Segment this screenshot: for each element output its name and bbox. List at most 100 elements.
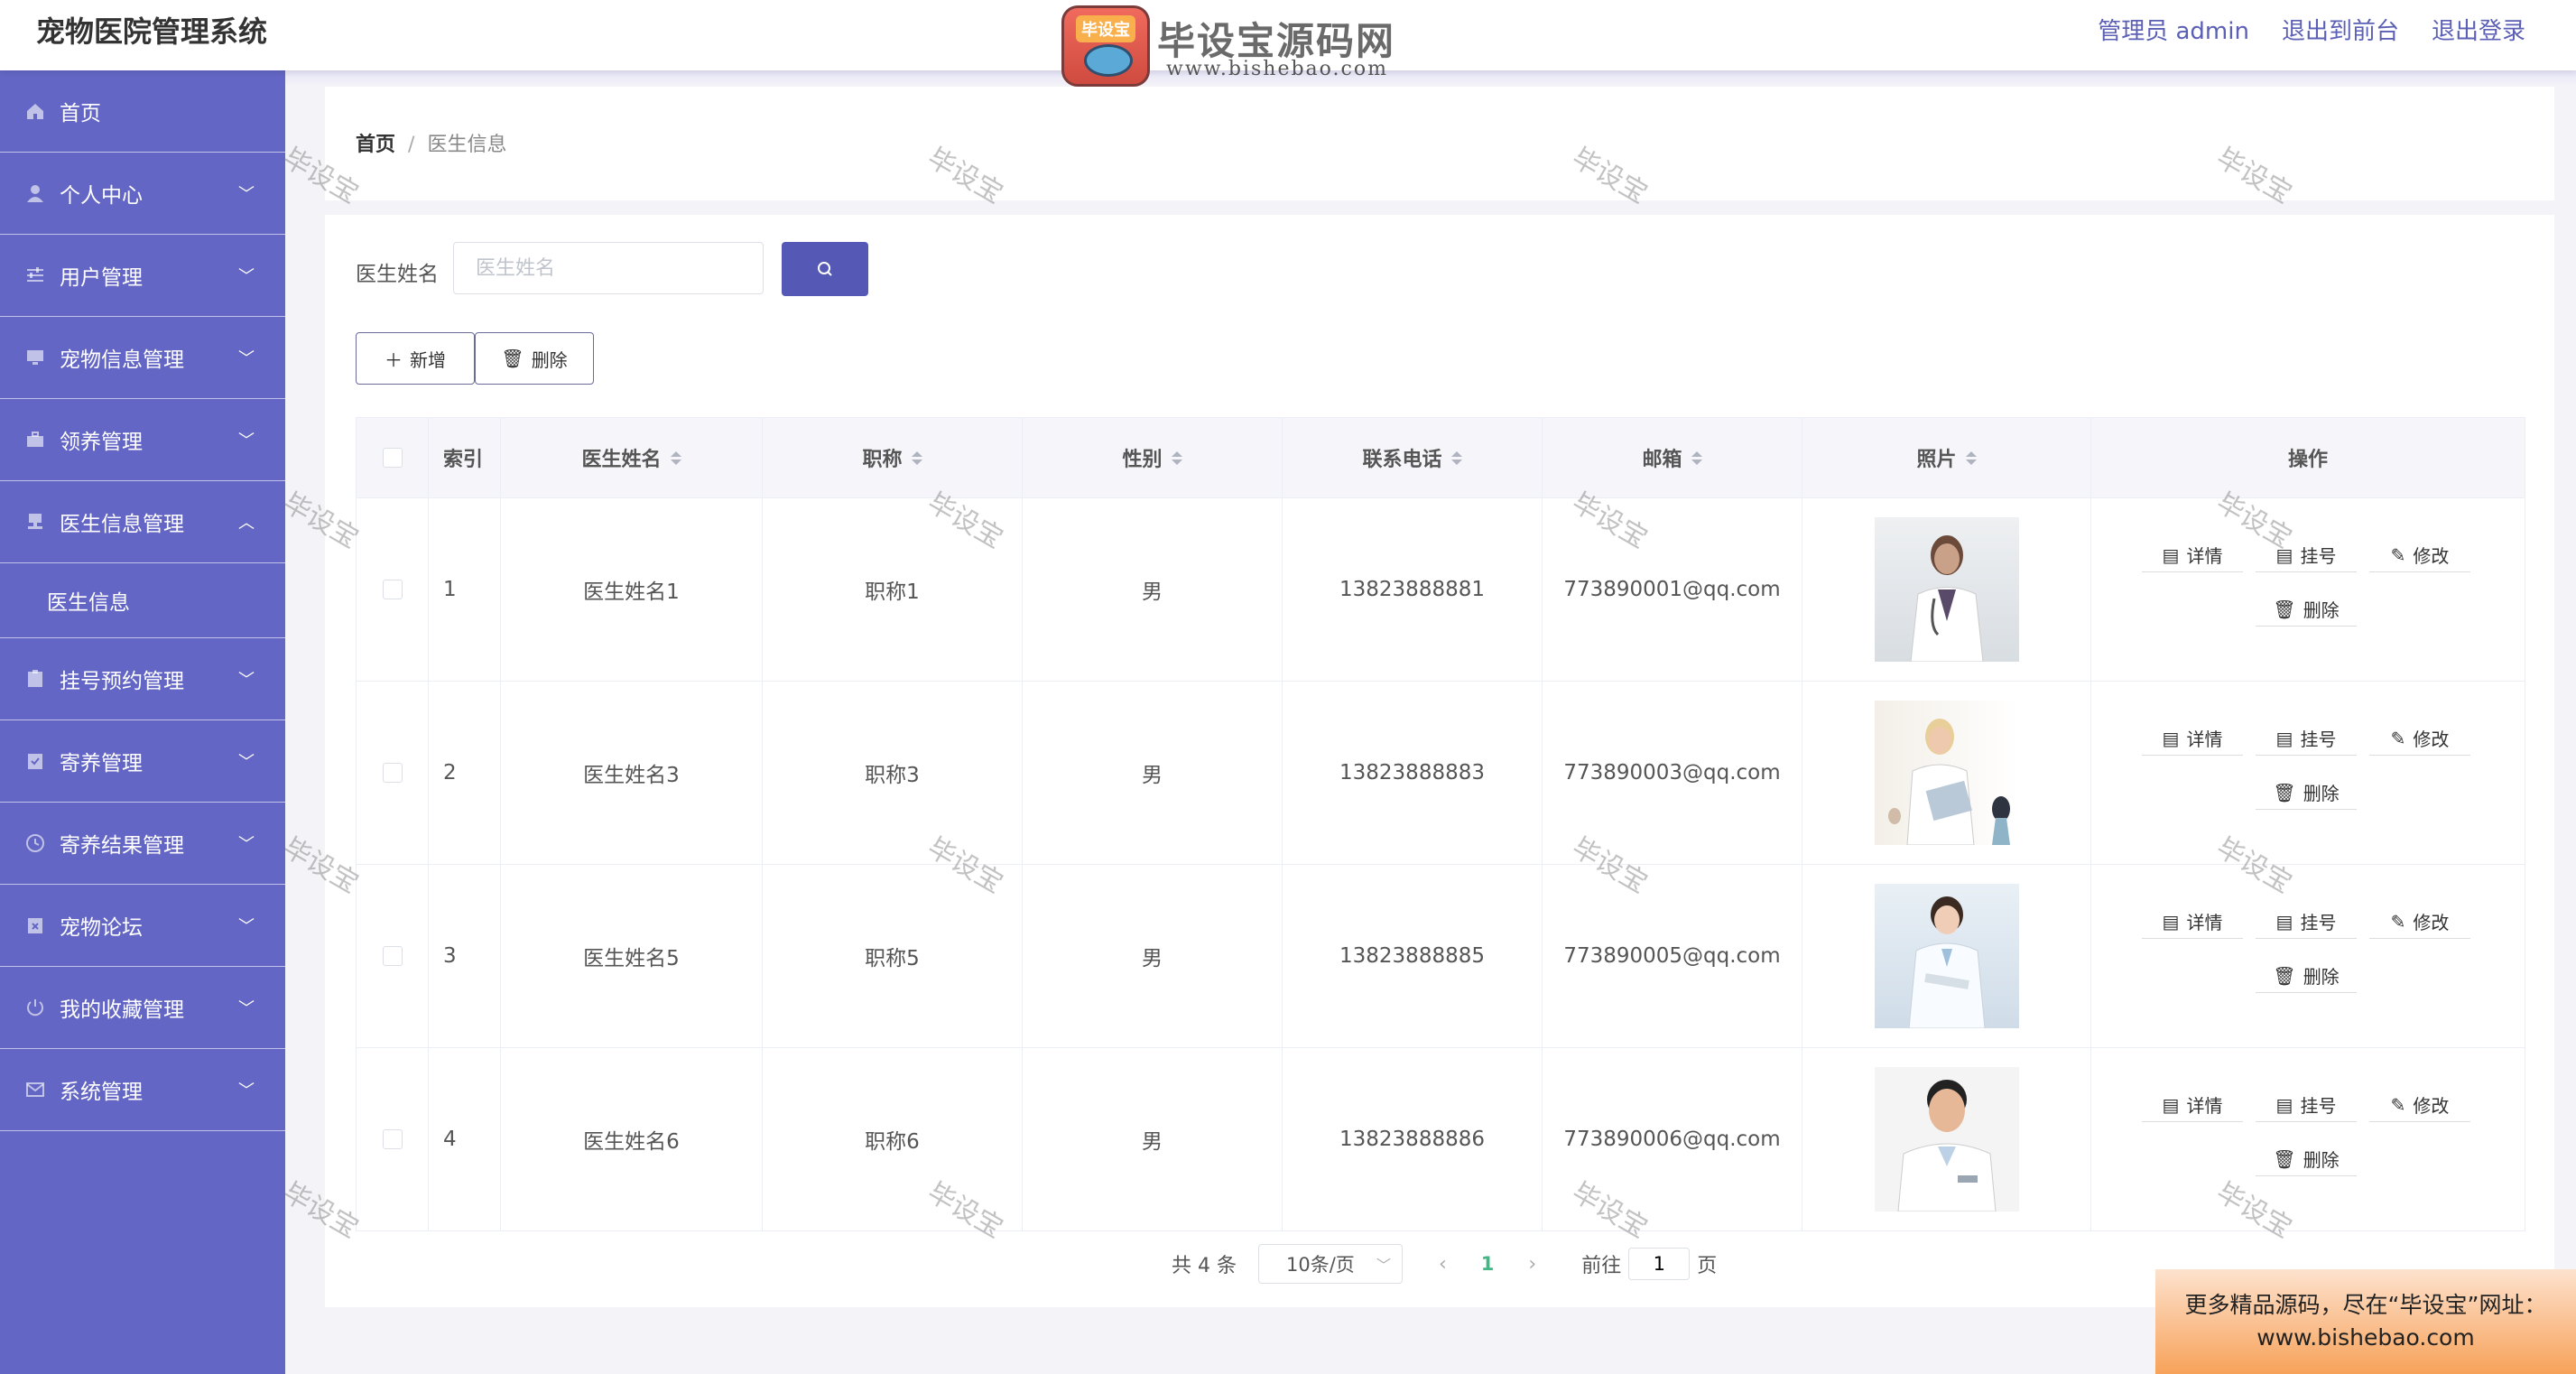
table-row: 2 医生姓名3 职称3 男 13823888883 773890003@qq.c… <box>357 682 2525 865</box>
doctor-table: 索引 医生姓名 职称 性别 联系电话 邮箱 照片 操作 1 医生姓名1 职称1 … <box>356 417 2525 1231</box>
add-button[interactable]: ＋ 新增 <box>356 332 475 385</box>
chevron-down-icon: ﹀ <box>238 267 255 286</box>
sort-icon[interactable] <box>1171 450 1182 465</box>
detail-label: 详情 <box>2186 912 2223 933</box>
clock-icon <box>25 833 45 853</box>
column-label: 索引 <box>443 449 484 471</box>
row-delete-button[interactable]: 🗑 删除 <box>2256 1142 2357 1176</box>
logo-badge-icon: 毕设宝 <box>1061 5 1150 87</box>
register-button[interactable]: ▤ 挂号 <box>2256 1088 2357 1122</box>
row-checkbox[interactable] <box>382 1129 403 1149</box>
doctor-photo[interactable] <box>1874 517 2019 662</box>
phone-cell: 13823888885 <box>1283 865 1543 1047</box>
stamp-icon <box>25 512 45 532</box>
promo-banner[interactable]: 更多精品源码，尽在“毕设宝”网址： www.bishebao.com <box>2155 1269 2576 1374</box>
sidebar-item-adoption[interactable]: 领养管理 ﹀ <box>0 399 285 481</box>
breadcrumb-card: 首页 / 医生信息 <box>325 87 2554 200</box>
trash-icon: 🗑 <box>2273 964 2296 987</box>
row-delete-button[interactable]: 🗑 删除 <box>2256 592 2357 627</box>
sort-icon[interactable] <box>1450 450 1462 465</box>
sidebar-item-pet-info[interactable]: 宠物信息管理 ﹀ <box>0 317 285 399</box>
edit-button[interactable]: ✎ 修改 <box>2369 1088 2470 1122</box>
column-header-photo[interactable]: 照片 <box>1802 418 2091 497</box>
chevron-down-icon: ﹀ <box>238 185 255 204</box>
sort-icon[interactable] <box>911 450 922 465</box>
sort-icon[interactable] <box>1965 450 1977 465</box>
chevron-down-icon: ﹀ <box>238 835 255 854</box>
column-label: 职称 <box>862 449 903 471</box>
sidebar-item-user-management[interactable]: 用户管理 ﹀ <box>0 235 285 317</box>
row-delete-button[interactable]: 🗑 删除 <box>2256 959 2357 993</box>
delete-label: 删除 <box>2303 1149 2340 1171</box>
column-header-title[interactable]: 职称 <box>763 418 1023 497</box>
doctor-name-search-input[interactable] <box>453 242 764 294</box>
exit-to-front-link[interactable]: 退出到前台 <box>2282 13 2399 46</box>
row-delete-button[interactable]: 🗑 删除 <box>2256 775 2357 810</box>
edit-button[interactable]: ✎ 修改 <box>2369 538 2470 572</box>
document-icon: ▤ <box>2162 1093 2180 1116</box>
column-header-gender[interactable]: 性别 <box>1023 418 1283 497</box>
detail-button[interactable]: ▤ 详情 <box>2142 538 2243 572</box>
email-cell: 773890005@qq.com <box>1543 865 1802 1047</box>
detail-button[interactable]: ▤ 详情 <box>2142 721 2243 756</box>
sidebar-item-boarding-result[interactable]: 寄养结果管理 ﹀ <box>0 803 285 885</box>
prev-page-icon[interactable]: ‹ <box>1439 1253 1447 1276</box>
doctor-photo[interactable] <box>1874 1067 2019 1212</box>
row-checkbox[interactable] <box>382 580 403 599</box>
document-icon: ▤ <box>2275 727 2293 749</box>
goto-page-input[interactable] <box>1628 1248 1691 1280</box>
next-page-icon[interactable]: › <box>1528 1253 1536 1276</box>
doctor-photo[interactable] <box>1874 701 2019 845</box>
sidebar-item-doctor-info[interactable]: 医生信息管理 ︿ <box>0 481 285 563</box>
sidebar-item-label: 首页 <box>60 102 101 125</box>
row-checkbox[interactable] <box>382 946 403 966</box>
goto-prefix: 前往 <box>1581 1255 1622 1277</box>
actions-cell: ▤ 详情 ▤ 挂号 ✎ 修改 🗑 删除 <box>2091 498 2525 681</box>
title-cell: 职称1 <box>763 498 1023 681</box>
edit-button[interactable]: ✎ 修改 <box>2369 905 2470 939</box>
sidebar-item-boarding[interactable]: 寄养管理 ﹀ <box>0 720 285 803</box>
sort-icon[interactable] <box>1691 450 1702 465</box>
row-select-cell <box>357 865 429 1047</box>
doctor-photo[interactable] <box>1874 884 2019 1028</box>
sort-icon[interactable] <box>670 450 681 465</box>
row-select-cell <box>357 682 429 864</box>
sidebar-item-system[interactable]: 系统管理 ﹀ <box>0 1049 285 1131</box>
current-page[interactable]: 1 <box>1481 1253 1495 1275</box>
total-count: 共 4 条 <box>1172 1255 1237 1277</box>
column-header-name[interactable]: 医生姓名 <box>501 418 763 497</box>
search-button[interactable] <box>782 242 868 296</box>
edit-button[interactable]: ✎ 修改 <box>2369 721 2470 756</box>
row-checkbox[interactable] <box>382 763 403 783</box>
register-label: 挂号 <box>2300 729 2337 750</box>
register-button[interactable]: ▤ 挂号 <box>2256 905 2357 939</box>
sidebar-item-personal-center[interactable]: 个人中心 ﹀ <box>0 153 285 235</box>
sidebar-item-home[interactable]: 首页 <box>0 70 285 153</box>
logout-link[interactable]: 退出登录 <box>2432 13 2525 46</box>
edit-label: 修改 <box>2413 729 2450 750</box>
chevron-down-icon: ﹀ <box>238 753 255 772</box>
sidebar-item-appointment[interactable]: 挂号预约管理 ﹀ <box>0 638 285 720</box>
breadcrumb-home[interactable]: 首页 <box>356 134 395 156</box>
breadcrumb: 首页 / 医生信息 <box>356 128 506 157</box>
monitor-icon <box>25 348 45 367</box>
select-all-checkbox[interactable] <box>382 448 403 468</box>
select-all-cell <box>357 418 429 497</box>
column-header-phone[interactable]: 联系电话 <box>1283 418 1543 497</box>
sidebar-item-favorites[interactable]: 我的收藏管理 ﹀ <box>0 967 285 1049</box>
detail-button[interactable]: ▤ 详情 <box>2142 1088 2243 1122</box>
detail-button[interactable]: ▤ 详情 <box>2142 905 2243 939</box>
batch-delete-button[interactable]: 🗑 删除 <box>475 332 594 385</box>
sidebar-subitem-doctor-info[interactable]: 医生信息 <box>0 563 285 638</box>
column-header-email[interactable]: 邮箱 <box>1543 418 1802 497</box>
page-size-select[interactable]: 10条/页 ﹀ <box>1257 1244 1403 1284</box>
register-button[interactable]: ▤ 挂号 <box>2256 538 2357 572</box>
sidebar-item-pet-forum[interactable]: 宠物论坛 ﹀ <box>0 885 285 967</box>
actions-cell: ▤ 详情 ▤ 挂号 ✎ 修改 🗑 删除 <box>2091 865 2525 1047</box>
pagination: 共 4 条 10条/页 ﹀ ‹ 1 › 前往 页 <box>1172 1244 1717 1284</box>
chevron-down-icon: ﹀ <box>238 432 255 450</box>
title-cell: 职称6 <box>763 1048 1023 1230</box>
chevron-down-icon: ﹀ <box>238 1082 255 1100</box>
column-label: 联系电话 <box>1362 449 1442 471</box>
register-button[interactable]: ▤ 挂号 <box>2256 721 2357 756</box>
